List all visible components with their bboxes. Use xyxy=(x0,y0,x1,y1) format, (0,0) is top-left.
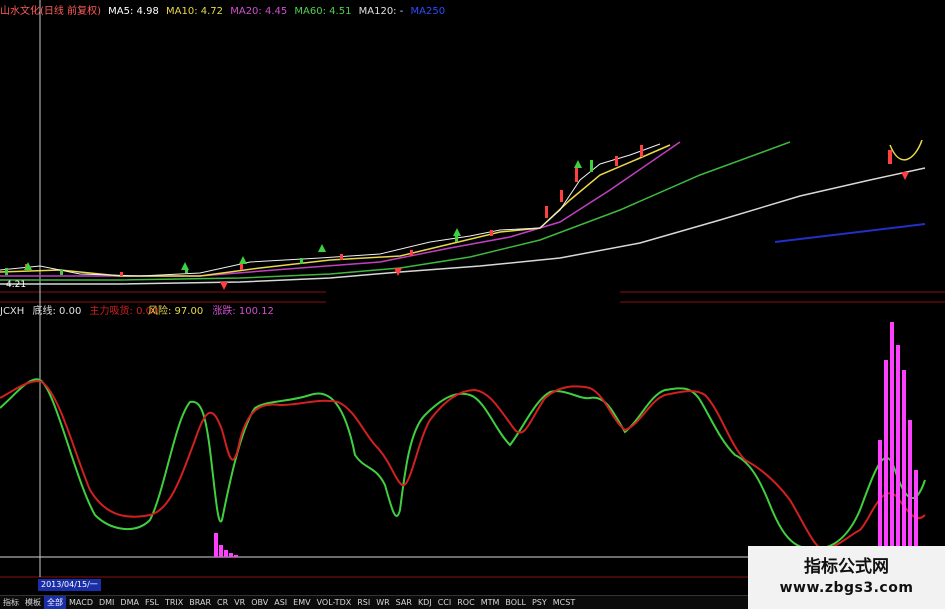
indicator-header-right: 风险: 97.00 涨跌: 100.12 xyxy=(148,304,274,320)
tab-18[interactable]: KDJ xyxy=(415,596,435,609)
tab-16[interactable]: WR xyxy=(373,596,392,609)
tab-4[interactable]: DMI xyxy=(96,596,117,609)
redacted-region-middle xyxy=(326,280,620,328)
watermark-title: 指标公式网 xyxy=(804,557,889,577)
chart-window: 山水文化(日线 前复权) MA5: 4.98 MA10: 4.72 MA20: … xyxy=(0,0,945,609)
tab-5[interactable]: DMA xyxy=(117,596,142,609)
tab-13[interactable]: EMV xyxy=(290,596,313,609)
tab-17[interactable]: SAR xyxy=(393,596,415,609)
tab-19[interactable]: CCI xyxy=(435,596,455,609)
indicator-header: JCXH 底线: 0.00 主力吸货: 0.00 xyxy=(0,304,163,320)
pink-bars-left xyxy=(214,533,238,557)
tab-21[interactable]: MTM xyxy=(478,596,503,609)
ma250-line xyxy=(774,223,926,243)
indicator-green-line xyxy=(0,378,926,550)
tab-7[interactable]: TRIX xyxy=(162,596,186,609)
tab-11[interactable]: OBV xyxy=(248,596,271,609)
indicator-risk: 风险: 97.00 xyxy=(148,306,204,317)
tab-15[interactable]: RSI xyxy=(354,596,373,609)
tab-14[interactable]: VOL-TDX xyxy=(314,596,355,609)
tab-22[interactable]: BOLL xyxy=(502,596,529,609)
date-cursor-label: 2013/04/15/一 xyxy=(38,579,101,591)
signal-markers xyxy=(24,160,909,290)
price-low-label: 4.21 xyxy=(6,280,27,290)
tab-23[interactable]: PSY xyxy=(529,596,550,609)
watermark-url: www.zbgs3.com xyxy=(779,580,914,596)
candlesticks xyxy=(5,145,892,276)
indicator-baseline: 底线: 0.00 xyxy=(32,306,82,317)
tab-24[interactable]: MCST xyxy=(550,596,578,609)
tab-9[interactable]: CR xyxy=(214,596,231,609)
tab-10[interactable]: VR xyxy=(231,596,248,609)
tab-3[interactable]: MACD xyxy=(66,596,96,609)
redacted-region-top-right xyxy=(534,0,945,140)
tab-8[interactable]: BRAR xyxy=(186,596,214,609)
ma-right-curve xyxy=(889,139,923,161)
tab-6[interactable]: FSL xyxy=(142,596,162,609)
tab-2[interactable]: 全部 xyxy=(44,596,66,609)
tab-12[interactable]: ASI xyxy=(271,596,290,609)
indicator-name: JCXH xyxy=(0,306,25,317)
indicator-rise: 涨跌: 100.12 xyxy=(212,306,274,317)
site-watermark: 指标公式网 www.zbgs3.com xyxy=(748,546,945,609)
pink-bars-right xyxy=(878,322,918,557)
ma5-line xyxy=(0,143,661,277)
tab-1[interactable]: 模板 xyxy=(22,596,44,609)
indicator-red-line xyxy=(0,380,926,552)
ma120-line xyxy=(0,167,926,285)
tab-20[interactable]: ROC xyxy=(454,596,477,609)
tab-0[interactable]: 指标 xyxy=(0,596,22,609)
